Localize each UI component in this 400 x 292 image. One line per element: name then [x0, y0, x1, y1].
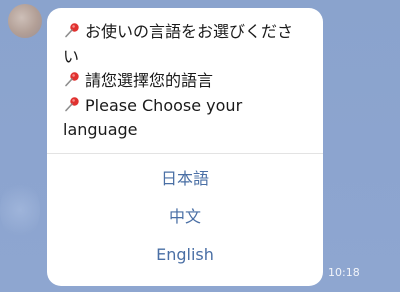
message-line-text: Please Choose your: [85, 95, 243, 115]
option-chinese-button[interactable]: 中文: [47, 198, 323, 236]
pushpin-icon: [63, 21, 81, 39]
message-line-text: お使いの言語をお選びくださ: [85, 22, 294, 41]
message-line-text: language: [63, 120, 138, 139]
pushpin-icon: [63, 70, 81, 88]
message-line-4: Please Choose your: [63, 94, 307, 119]
timestamp: 10:18: [328, 266, 360, 279]
message-line-1: お使いの言語をお選びくださ: [63, 20, 307, 45]
message-text: お使いの言語をお選びくださ い 請您選擇您的語言 Please Choose y…: [47, 8, 323, 153]
option-english-button[interactable]: English: [47, 236, 323, 274]
message-bubble: お使いの言語をお選びくださ い 請您選擇您的語言 Please Choose y…: [47, 8, 323, 286]
message-line-5: language: [63, 118, 307, 143]
message-line-text: 請您選擇您的語言: [85, 71, 214, 90]
background-blur: [0, 180, 40, 240]
language-options: 日本語 中文 English: [47, 154, 323, 274]
message-line-3: 請您選擇您的語言: [63, 69, 307, 94]
option-japanese-button[interactable]: 日本語: [47, 160, 323, 198]
pushpin-icon: [63, 95, 81, 113]
message-line-2: い: [63, 45, 307, 70]
message-line-text: い: [63, 46, 80, 66]
avatar[interactable]: [8, 4, 42, 38]
